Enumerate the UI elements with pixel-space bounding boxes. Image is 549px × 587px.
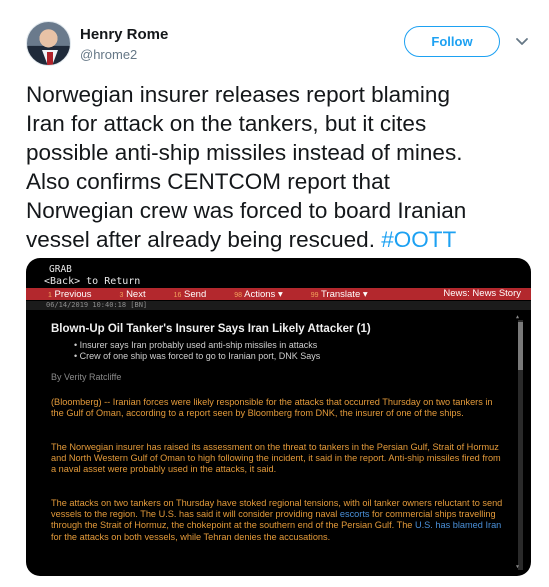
terminal-back-label: <Back> to Return — [44, 276, 141, 287]
paragraph-text: for the attacks on both vessels, while T… — [51, 531, 331, 542]
story-date: 06/14/2019 10:40:18 [BN] — [46, 301, 148, 309]
tweet-line: possible anti-ship missiles instead of m… — [26, 140, 463, 165]
menu-actions: 98 Actions ▾ — [234, 289, 282, 300]
news-story-label: News: News Story — [443, 288, 521, 299]
menu-label: Translate ▾ — [320, 288, 368, 300]
story-paragraph: The attacks on two tankers on Thursday h… — [51, 498, 506, 543]
scrollbar-thumb — [518, 322, 523, 370]
scroll-down-icon: ▼ — [516, 564, 520, 570]
tweet-line: vessel after already being rescued. — [26, 227, 382, 252]
menu-label: Send — [184, 288, 207, 300]
chevron-down-icon[interactable] — [514, 33, 530, 49]
story-paragraph: The Norwegian insurer has raised its ass… — [51, 442, 501, 475]
menu-send: 16 Send — [174, 289, 207, 300]
menu-next: 3 Next — [120, 289, 146, 300]
story-paragraph: (Bloomberg) -- Iranian forces were likel… — [51, 397, 493, 419]
story-bullet: Insurer says Iran probably used anti-shi… — [74, 340, 320, 351]
menu-label: Actions ▾ — [244, 288, 283, 300]
terminal-screenshot[interactable]: GRAB <Back> to Return 1 Previous 3 Next … — [26, 258, 531, 576]
menu-num: 98 — [234, 291, 243, 299]
tweet-line-last: vessel after already being rescued. #OOT… — [26, 225, 536, 254]
terminal-menubar: 1 Previous 3 Next 16 Send 98 Actions ▾ 9… — [26, 288, 531, 300]
user-name[interactable]: Henry Rome — [80, 26, 168, 43]
menu-num: 3 — [119, 291, 124, 299]
menu-num: 1 — [48, 291, 52, 299]
scroll-up-icon: ▲ — [516, 314, 520, 320]
escorts-link: escorts — [339, 509, 370, 520]
story-headline: Blown-Up Oil Tanker's Insurer Says Iran … — [51, 323, 371, 335]
menu-num: 16 — [173, 291, 182, 299]
tweet-header: Henry Rome @hrome2 Follow — [26, 20, 536, 70]
menu-num: 99 — [310, 291, 319, 299]
menu-label: Previous — [54, 288, 92, 300]
story-byline: By Verity Ratcliffe — [51, 372, 122, 382]
hashtag-link[interactable]: #OOTT — [381, 227, 456, 252]
avatar[interactable] — [26, 21, 71, 66]
user-handle[interactable]: @hrome2 — [80, 47, 137, 62]
menu-label: Next — [126, 288, 146, 300]
tweet-text: Norwegian insurer releases report blamin… — [26, 80, 536, 254]
menu-previous: 1 Previous — [48, 289, 92, 300]
avatar-tie — [47, 52, 53, 65]
menu-translate: 99 Translate ▾ — [311, 289, 368, 300]
story-bullets: Insurer says Iran probably used anti-shi… — [74, 340, 321, 362]
us-blamed-iran-link: U.S. has blamed Iran — [414, 520, 502, 531]
tweet-line: Also confirms CENTCOM report that — [26, 169, 390, 194]
tweet-line: Norwegian crew was forced to board Irani… — [26, 198, 467, 223]
terminal-grab-label: GRAB — [49, 264, 72, 275]
tweet-line: Iran for attack on the tankers, but it c… — [26, 111, 427, 136]
follow-button[interactable]: Follow — [404, 26, 500, 57]
story-bullet: Crew of one ship was forced to go to Ira… — [74, 351, 321, 362]
tweet-line: Norwegian insurer releases report blamin… — [26, 82, 450, 107]
